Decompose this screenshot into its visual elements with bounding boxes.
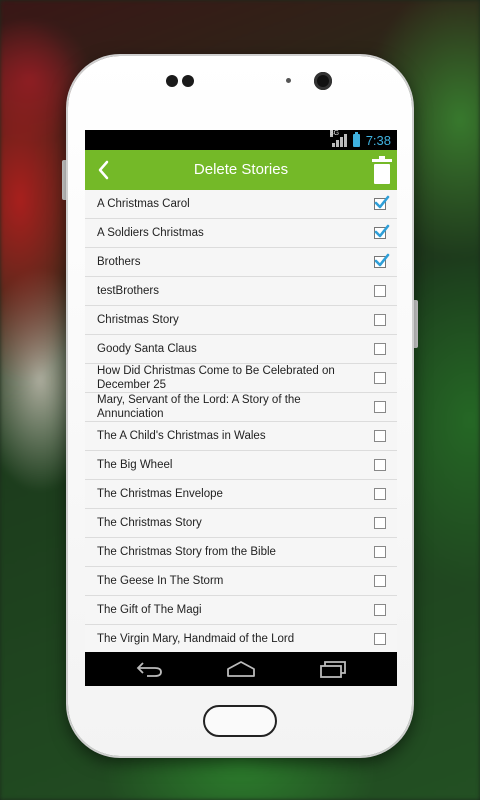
story-title: Goody Santa Claus (97, 343, 197, 355)
list-item[interactable]: The Christmas Story from the Bible (85, 538, 397, 567)
status-time: 7:38 (365, 132, 391, 148)
app-bar: Delete Stories (85, 150, 397, 190)
battery-icon (352, 131, 360, 147)
device-screen: 3G 7:38 Delete Stories A Christmas Carol… (85, 130, 397, 686)
list-item[interactable]: The Geese In The Storm (85, 567, 397, 596)
list-item[interactable]: The Virgin Mary, Handmaid of the Lord (85, 625, 397, 654)
navigation-bar (85, 652, 397, 686)
list-item[interactable]: The Big Wheel (85, 451, 397, 480)
story-checkbox[interactable] (374, 285, 386, 297)
story-title: The Christmas Story (97, 517, 202, 529)
story-title: The Geese In The Storm (97, 575, 224, 587)
story-title: A Christmas Carol (97, 198, 190, 210)
list-item[interactable]: The Christmas Story (85, 509, 397, 538)
checkmark-icon (374, 253, 390, 267)
story-checkbox[interactable] (374, 633, 386, 645)
story-checkbox[interactable] (374, 401, 386, 413)
story-title: Christmas Story (97, 314, 179, 326)
list-item[interactable]: A Soldiers Christmas (85, 219, 397, 248)
story-title: The Christmas Envelope (97, 488, 223, 500)
earpiece-dot (182, 75, 194, 87)
story-checkbox[interactable] (374, 195, 390, 210)
story-checkbox[interactable] (374, 575, 386, 587)
proximity-sensor (286, 78, 291, 83)
story-checkbox[interactable] (374, 253, 390, 268)
back-arrow-icon[interactable] (135, 660, 165, 678)
story-checkbox[interactable] (374, 546, 386, 558)
list-item[interactable]: Goody Santa Claus (85, 335, 397, 364)
home-icon[interactable] (225, 660, 257, 678)
story-checkbox[interactable] (374, 517, 386, 529)
list-item[interactable]: How Did Christmas Come to Be Celebrated … (85, 364, 397, 393)
story-title: The Virgin Mary, Handmaid of the Lord (97, 633, 295, 645)
list-item[interactable]: The Christmas Envelope (85, 480, 397, 509)
story-title: The Gift of The Magi (97, 604, 202, 616)
list-item[interactable]: Christmas Story (85, 306, 397, 335)
recents-icon[interactable] (317, 660, 347, 678)
front-camera (314, 72, 332, 90)
story-title: The Big Wheel (97, 459, 173, 471)
story-checkbox[interactable] (374, 372, 386, 384)
story-title: The A Child's Christmas in Wales (97, 430, 266, 442)
page-title: Delete Stories (193, 161, 289, 178)
story-checkbox[interactable] (374, 459, 386, 471)
status-bar: 3G 7:38 (85, 130, 397, 150)
story-title: The Christmas Story from the Bible (97, 546, 276, 558)
trash-icon[interactable] (371, 155, 393, 185)
phone-home-button[interactable] (203, 705, 277, 737)
story-checkbox[interactable] (374, 343, 386, 355)
earpiece-dot (166, 75, 178, 87)
signal-icon: 3G (329, 130, 347, 147)
list-item[interactable]: Brothers (85, 248, 397, 277)
checkmark-icon (374, 224, 390, 238)
story-title: Mary, Servant of the Lord: A Story of th… (97, 394, 301, 420)
story-checkbox[interactable] (374, 488, 386, 500)
story-checkbox[interactable] (374, 224, 390, 239)
story-checkbox[interactable] (374, 430, 386, 442)
story-title: A Soldiers Christmas (97, 227, 204, 239)
list-item[interactable]: Mary, Servant of the Lord: A Story of th… (85, 393, 397, 422)
story-checkbox[interactable] (374, 314, 386, 326)
story-list: A Christmas Carol A Soldiers Christmas Bro… (85, 190, 397, 654)
story-title: Brothers (97, 256, 141, 268)
checkmark-icon (374, 195, 390, 209)
list-item[interactable]: testBrothers (85, 277, 397, 306)
network-type: 3G (329, 130, 340, 137)
list-item[interactable]: A Christmas Carol (85, 190, 397, 219)
story-title: testBrothers (97, 285, 159, 297)
story-title: How Did Christmas Come to Be Celebrated … (97, 365, 335, 391)
list-item[interactable]: The A Child's Christmas in Wales (85, 422, 397, 451)
phone-power-button (412, 300, 418, 348)
list-item[interactable]: The Gift of The Magi (85, 596, 397, 625)
story-checkbox[interactable] (374, 604, 386, 616)
